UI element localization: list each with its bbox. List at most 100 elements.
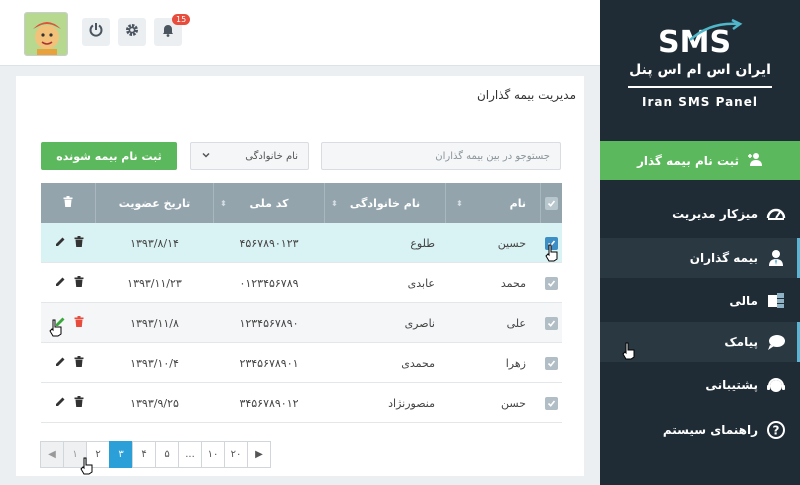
register-insured-button[interactable]: ثبت نام بیمه شونده — [41, 142, 177, 170]
cell-name: محمد — [500, 276, 526, 290]
select-all-checkbox[interactable] — [541, 183, 562, 223]
row-actions — [49, 223, 89, 263]
cell-name: حسین — [497, 236, 526, 250]
page-4[interactable]: ۴ — [132, 441, 156, 468]
content-panel: مدیریت بیمه گذاران جستوجو در بین بیمه گذ… — [16, 76, 584, 476]
hand-cursor-icon — [49, 319, 63, 337]
svg-text:SMS: SMS — [658, 25, 731, 58]
trash-icon — [63, 196, 73, 210]
row-checkbox[interactable] — [541, 383, 562, 423]
dashboard-icon — [766, 204, 786, 224]
sidebar-item-insurers[interactable]: بیمه گذاران — [600, 238, 800, 278]
brand-name-fa: ایران اس ام اس پنل — [629, 62, 771, 78]
header-name[interactable]: نام ⬍ — [446, 183, 540, 223]
sort-icon: ⬍ — [456, 198, 463, 208]
finance-icon — [766, 291, 786, 311]
page-20[interactable]: ۲۰ — [224, 441, 248, 468]
edit-icon[interactable] — [55, 236, 66, 250]
hand-cursor-icon — [622, 342, 636, 360]
sort-icon: ⬍ — [220, 198, 227, 208]
sidebar-item-dashboard[interactable]: میزکار مدیریت — [600, 194, 800, 234]
hand-cursor-icon — [80, 457, 94, 475]
sms-logo: SMS — [658, 18, 743, 58]
brand-divider — [628, 86, 772, 88]
pagination: ◀ ۱ ۲ ۳ ۴ ۵ ... ۱۰ ۲۰ ▶ — [40, 441, 271, 468]
sidebar-item-help[interactable]: ? راهنمای سیستم — [600, 410, 800, 450]
notification-badge: 15 — [172, 14, 191, 25]
cell-national-id: ۱۲۳۴۵۶۷۸۹۰ — [239, 316, 299, 330]
trash-icon[interactable] — [74, 316, 84, 330]
delete-all-button[interactable] — [41, 183, 95, 223]
prev-page-button[interactable]: ◀ — [40, 441, 64, 468]
bell-icon — [160, 22, 176, 42]
header-join-date[interactable]: تاریخ عضویت — [96, 183, 213, 223]
trash-icon[interactable] — [74, 276, 84, 290]
add-insurer-label: ثبت نام بیمه گذار — [636, 153, 740, 168]
table-row[interactable]: زهرا محمدی ۲۳۴۵۶۷۸۹۰۱ ۱۳۹۳/۱۰/۴ — [41, 343, 562, 383]
cell-family: طلوع — [410, 236, 435, 250]
add-insurer-button[interactable]: ثبت نام بیمه گذار — [600, 141, 800, 180]
sort-select-value: نام خانوادگی — [245, 150, 298, 162]
search-input[interactable]: جستوجو در بین بیمه گذاران — [321, 142, 561, 170]
sidebar-item-finance[interactable]: مالی — [600, 281, 800, 321]
insurers-table: نام ⬍ نام خانوادگی ⬍ کد ملی ⬍ تاریخ عضوی… — [41, 183, 562, 423]
cell-name: علی — [506, 316, 526, 330]
cell-family: منصورنژاد — [388, 396, 435, 410]
add-user-icon — [747, 151, 763, 171]
cell-name: زهرا — [505, 356, 526, 370]
cell-join-date: ۱۳۹۳/۸/۱۴ — [130, 236, 179, 250]
cell-national-id: ۳۴۵۶۷۸۹۰۱۲ — [239, 396, 299, 410]
cell-join-date: ۱۳۹۳/۱۰/۴ — [130, 356, 179, 370]
cell-national-id: ۴۵۶۷۸۹۰۱۲۳ — [239, 236, 299, 250]
power-button[interactable] — [82, 18, 110, 46]
page-title: مدیریت بیمه گذاران — [476, 88, 576, 102]
table-header: نام ⬍ نام خانوادگی ⬍ کد ملی ⬍ تاریخ عضوی… — [41, 183, 562, 223]
cell-join-date: ۱۳۹۳/۱۱/۲۳ — [127, 276, 182, 290]
page-3[interactable]: ۳ — [109, 441, 133, 468]
cell-name: حسن — [501, 396, 526, 410]
page-10[interactable]: ۱۰ — [201, 441, 225, 468]
hand-cursor-icon — [545, 244, 559, 262]
row-checkbox[interactable] — [541, 303, 562, 343]
page-5[interactable]: ۵ — [155, 441, 179, 468]
table-row[interactable]: محمد عابدی ۰۱۲۳۴۵۶۷۸۹ ۱۳۹۳/۱۱/۲۳ — [41, 263, 562, 303]
svg-text:?: ? — [773, 424, 780, 438]
top-bar: 15 — [0, 0, 600, 66]
sort-select[interactable]: نام خانوادگی — [190, 142, 309, 170]
edit-icon[interactable] — [55, 276, 66, 290]
support-icon — [766, 375, 786, 395]
cell-family: ناصری — [404, 316, 435, 330]
row-checkbox[interactable] — [541, 343, 562, 383]
gear-icon — [124, 22, 140, 42]
help-icon: ? — [766, 420, 786, 440]
trash-icon[interactable] — [74, 236, 84, 250]
settings-button[interactable] — [118, 18, 146, 46]
message-icon — [766, 332, 786, 352]
row-checkbox[interactable] — [541, 263, 562, 303]
avatar[interactable] — [24, 12, 68, 56]
user-icon — [766, 248, 786, 268]
cell-join-date: ۱۳۹۳/۱۱/۸ — [130, 316, 179, 330]
cell-family: عابدی — [407, 276, 435, 290]
chevron-down-icon — [201, 150, 211, 163]
header-family[interactable]: نام خانوادگی ⬍ — [325, 183, 445, 223]
sidebar-item-support[interactable]: پشتیبانی — [600, 365, 800, 405]
row-actions — [49, 383, 89, 423]
cell-national-id: ۰۱۲۳۴۵۶۷۸۹ — [239, 276, 299, 290]
header-national-id[interactable]: کد ملی ⬍ — [214, 183, 324, 223]
brand-name-en: Iran SMS Panel — [642, 95, 758, 109]
trash-icon[interactable] — [74, 356, 84, 370]
power-icon — [88, 22, 104, 42]
table-row[interactable]: حسین طلوع ۴۵۶۷۸۹۰۱۲۳ ۱۳۹۳/۸/۱۴ — [41, 223, 562, 263]
brand-logo[interactable]: SMS ایران اس ام اس پنل Iran SMS Panel — [600, 0, 800, 140]
sidebar: SMS ایران اس ام اس پنل Iran SMS Panel ثب… — [600, 0, 800, 485]
page-ellipsis: ... — [178, 441, 202, 468]
next-page-button[interactable]: ▶ — [247, 441, 271, 468]
table-row[interactable]: حسن منصورنژاد ۳۴۵۶۷۸۹۰۱۲ ۱۳۹۳/۹/۲۵ — [41, 383, 562, 423]
trash-icon[interactable] — [74, 396, 84, 410]
sort-icon: ⬍ — [331, 198, 338, 208]
edit-icon[interactable] — [55, 356, 66, 370]
cell-family: محمدی — [401, 356, 435, 370]
table-row[interactable]: علی ناصری ۱۲۳۴۵۶۷۸۹۰ ۱۳۹۳/۱۱/۸ — [41, 303, 562, 343]
edit-icon[interactable] — [55, 396, 66, 410]
